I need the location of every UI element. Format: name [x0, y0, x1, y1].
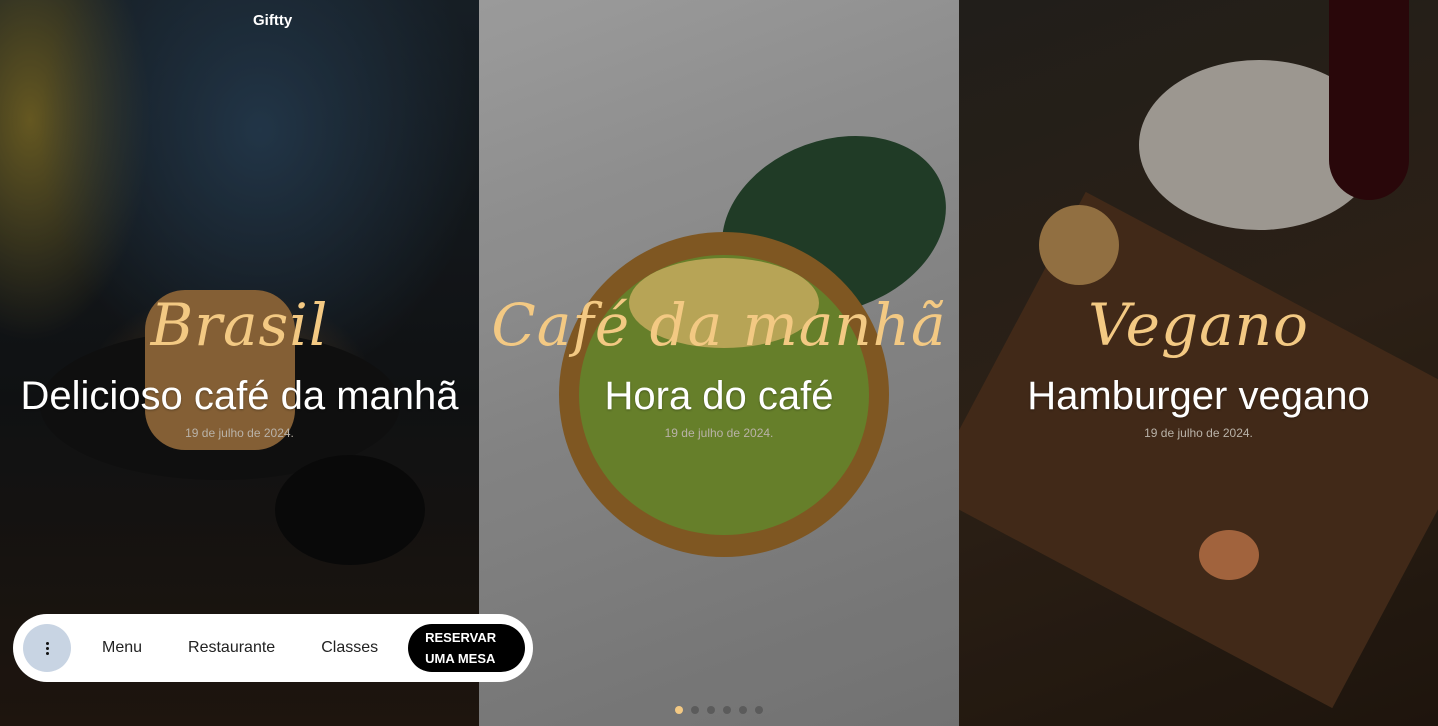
slider-pagination [675, 706, 763, 714]
pagination-dot[interactable] [691, 706, 699, 714]
slide-headline: Delicioso café da manhã [20, 374, 459, 418]
pagination-dot[interactable] [755, 706, 763, 714]
slide-text: Vegano Hamburger vegano 19 de julho de 2… [959, 290, 1438, 440]
slide-date: 19 de julho de 2024. [1144, 426, 1253, 440]
slide-script-title: Brasil [150, 291, 329, 359]
slide-headline: Hora do café [604, 374, 834, 418]
slide-script-title: Vegano [1088, 291, 1309, 359]
slide-cafe-da-manha[interactable]: Café da manhã Hora do café 19 de julho d… [479, 0, 959, 726]
nav-link-classes[interactable]: Classes [321, 639, 378, 657]
pagination-dot[interactable] [675, 706, 683, 714]
pagination-dot[interactable] [723, 706, 731, 714]
nav-link-restaurante[interactable]: Restaurante [188, 639, 275, 657]
pagination-dot[interactable] [739, 706, 747, 714]
menu-toggle-button[interactable] [23, 624, 71, 672]
slide-date: 19 de julho de 2024. [185, 426, 294, 440]
slide-vegano[interactable]: Vegano Hamburger vegano 19 de julho de 2… [959, 0, 1438, 726]
pagination-dot[interactable] [707, 706, 715, 714]
slide-text: Brasil Delicioso café da manhã 19 de jul… [0, 290, 479, 440]
slide-date: 19 de julho de 2024. [664, 426, 774, 440]
nav-link-menu[interactable]: Menu [102, 639, 142, 657]
slide-headline: Hamburger vegano [1027, 374, 1370, 418]
kebab-menu-icon [45, 641, 49, 655]
reserve-table-button[interactable]: RESERVAR UMA MESA [408, 624, 526, 672]
slide-script-title: Café da manhã [491, 291, 947, 359]
brand-logo[interactable]: Giftty [253, 12, 292, 29]
bottom-navbar: Menu Restaurante Classes RESERVAR UMA ME… [13, 614, 533, 682]
slide-text: Café da manhã Hora do café 19 de julho d… [479, 290, 959, 440]
